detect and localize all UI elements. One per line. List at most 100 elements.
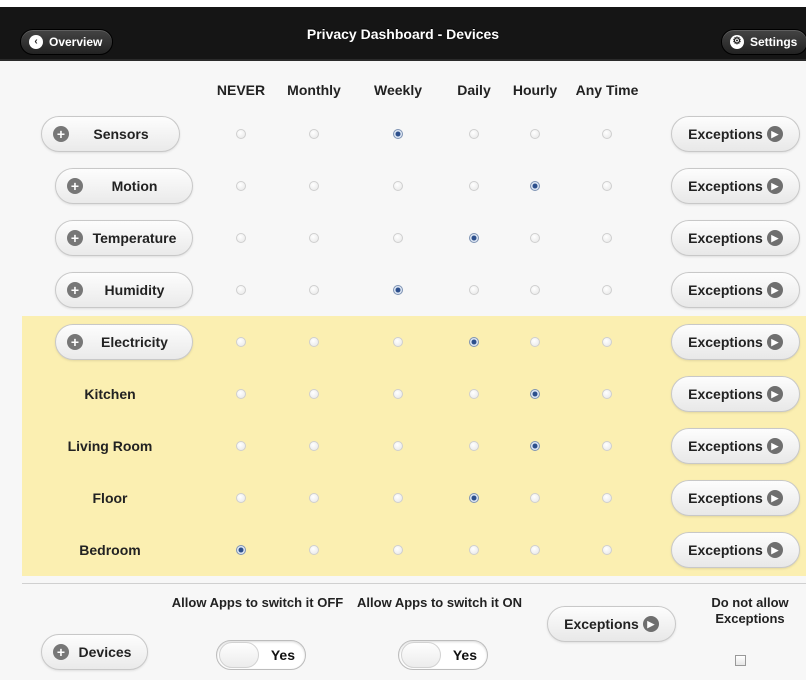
frequency-radio-hourly[interactable] [530, 389, 540, 399]
devices-button[interactable]: + Devices [41, 634, 148, 670]
exceptions-button[interactable]: Exceptions ▶ [671, 220, 800, 256]
frequency-radio-daily[interactable] [469, 545, 479, 555]
frequency-radio-any-time[interactable] [602, 441, 612, 451]
exceptions-button[interactable]: Exceptions ▶ [671, 272, 800, 308]
frequency-radio-daily[interactable] [469, 441, 479, 451]
frequency-radio-weekly[interactable] [393, 545, 403, 555]
device-label-bedroom: Bedroom [79, 542, 141, 558]
frequency-radio-monthly[interactable] [309, 285, 319, 295]
exceptions-button[interactable]: Exceptions ▶ [671, 480, 800, 516]
frequency-radio-monthly[interactable] [309, 233, 319, 243]
exceptions-button-label: Exceptions [688, 490, 763, 506]
category-button-motion[interactable]: + Motion [55, 168, 193, 204]
toggle-knob[interactable] [401, 642, 441, 668]
frequency-radio-monthly[interactable] [309, 181, 319, 191]
arrow-right-icon: ▶ [766, 334, 783, 350]
no-exceptions-checkbox[interactable] [735, 655, 746, 666]
top-gap [0, 0, 806, 7]
frequency-radio-weekly[interactable] [393, 285, 403, 295]
frequency-radio-daily[interactable] [469, 181, 479, 191]
category-button-sensors[interactable]: + Sensors [41, 116, 180, 152]
frequency-radio-hourly[interactable] [530, 337, 540, 347]
frequency-radio-weekly[interactable] [393, 493, 403, 503]
overview-back-button[interactable]: ‹ Overview [20, 29, 114, 55]
arrow-right-icon: ▶ [766, 490, 783, 506]
allow-off-toggle[interactable]: Yes [216, 640, 306, 670]
frequency-radio-hourly[interactable] [530, 181, 540, 191]
frequency-radio-daily[interactable] [469, 493, 479, 503]
frequency-radio-never[interactable] [236, 233, 246, 243]
frequency-radio-any-time[interactable] [602, 129, 612, 139]
frequency-radio-hourly[interactable] [530, 233, 540, 243]
allow-on-toggle[interactable]: Yes [398, 640, 488, 670]
frequency-radio-monthly[interactable] [309, 389, 319, 399]
category-button-electricity[interactable]: + Electricity [55, 324, 193, 360]
frequency-radio-daily[interactable] [469, 285, 479, 295]
exceptions-button-label: Exceptions [688, 178, 763, 194]
frequency-radio-never[interactable] [236, 493, 246, 503]
frequency-radio-never[interactable] [236, 545, 246, 555]
frequency-radio-hourly[interactable] [530, 545, 540, 555]
category-button-temperature[interactable]: + Temperature [55, 220, 193, 256]
allow-off-label: Allow Apps to switch it OFF [171, 595, 344, 610]
frequency-radio-weekly[interactable] [393, 441, 403, 451]
toggle-value: Yes [270, 647, 295, 663]
exceptions-button[interactable]: Exceptions ▶ [671, 376, 800, 412]
frequency-radio-never[interactable] [236, 285, 246, 295]
category-button-humidity[interactable]: + Humidity [55, 272, 193, 308]
frequency-radio-never[interactable] [236, 389, 246, 399]
no-exceptions-label: Do not allow Exceptions [711, 595, 789, 626]
frequency-radio-hourly[interactable] [530, 129, 540, 139]
settings-button-label: Settings [750, 35, 798, 49]
device-label-living-room: Living Room [67, 438, 153, 454]
exceptions-button[interactable]: Exceptions ▶ [671, 428, 800, 464]
frequency-radio-hourly[interactable] [530, 441, 540, 451]
frequency-radio-hourly[interactable] [530, 285, 540, 295]
frequency-radio-never[interactable] [236, 129, 246, 139]
arrow-right-icon: ▶ [766, 438, 783, 454]
plus-icon: + [53, 644, 69, 660]
frequency-radio-monthly[interactable] [309, 441, 319, 451]
frequency-radio-any-time[interactable] [602, 389, 612, 399]
exceptions-button[interactable]: Exceptions ▶ [671, 532, 800, 568]
frequency-radio-monthly[interactable] [309, 545, 319, 555]
exceptions-button[interactable]: Exceptions ▶ [671, 168, 800, 204]
footer-divider [22, 583, 806, 584]
frequency-radio-any-time[interactable] [602, 181, 612, 191]
frequency-radio-hourly[interactable] [530, 493, 540, 503]
frequency-radio-weekly[interactable] [393, 233, 403, 243]
arrow-right-icon: ▶ [766, 126, 783, 142]
frequency-radio-daily[interactable] [469, 129, 479, 139]
frequency-radio-any-time[interactable] [602, 233, 612, 243]
frequency-radio-weekly[interactable] [393, 129, 403, 139]
frequency-radio-daily[interactable] [469, 233, 479, 243]
category-label: Humidity [104, 282, 165, 298]
frequency-radio-any-time[interactable] [602, 285, 612, 295]
settings-button[interactable]: ⚙ Settings [721, 29, 806, 55]
toggle-knob[interactable] [219, 642, 259, 668]
frequency-radio-daily[interactable] [469, 389, 479, 399]
chevron-left-icon: ‹ [29, 35, 43, 49]
frequency-radio-never[interactable] [236, 337, 246, 347]
frequency-radio-any-time[interactable] [602, 337, 612, 347]
frequency-radio-weekly[interactable] [393, 337, 403, 347]
footer-exceptions-button[interactable]: Exceptions ▶ [547, 606, 676, 642]
frequency-radio-monthly[interactable] [309, 129, 319, 139]
arrow-right-icon: ▶ [766, 178, 783, 194]
frequency-radio-any-time[interactable] [602, 545, 612, 555]
exceptions-button-label: Exceptions [688, 438, 763, 454]
frequency-radio-any-time[interactable] [602, 493, 612, 503]
frequency-radio-never[interactable] [236, 181, 246, 191]
frequency-radio-monthly[interactable] [309, 493, 319, 503]
plus-icon: + [67, 230, 83, 246]
frequency-radio-never[interactable] [236, 441, 246, 451]
frequency-radio-monthly[interactable] [309, 337, 319, 347]
exceptions-button[interactable]: Exceptions ▶ [671, 116, 800, 152]
device-label-kitchen: Kitchen [84, 386, 136, 402]
exceptions-button[interactable]: Exceptions ▶ [671, 324, 800, 360]
exceptions-button-label: Exceptions [688, 334, 763, 350]
frequency-radio-weekly[interactable] [393, 181, 403, 191]
frequency-radio-weekly[interactable] [393, 389, 403, 399]
page-title: Privacy Dashboard - Devices [306, 26, 500, 42]
frequency-radio-daily[interactable] [469, 337, 479, 347]
